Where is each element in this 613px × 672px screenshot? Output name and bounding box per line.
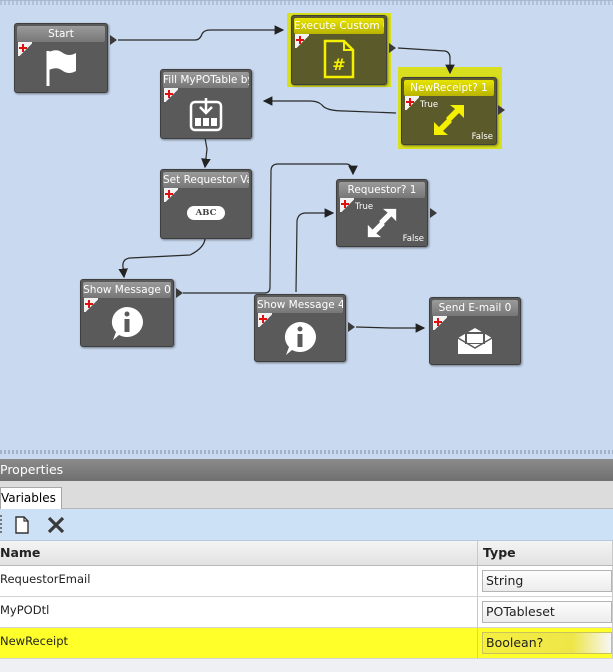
abc-icon: ABC bbox=[187, 206, 225, 220]
diagonal-arrows-icon bbox=[364, 206, 400, 243]
email-node-title: Send E-mail 0 bbox=[432, 300, 518, 316]
start-node-title: Start bbox=[17, 26, 105, 42]
execute-custom-code-node[interactable]: Execute Custom Code # bbox=[291, 15, 387, 85]
add-icon[interactable] bbox=[405, 96, 419, 110]
start-output-port[interactable] bbox=[110, 35, 117, 45]
send-email-0-node[interactable]: Send E-mail 0 bbox=[429, 297, 521, 365]
add-icon[interactable] bbox=[164, 188, 178, 202]
execute-node-title: Execute Custom Code bbox=[294, 18, 384, 34]
variable-name-cell[interactable]: MyPODtl bbox=[0, 596, 478, 628]
abc-icon-text: ABC bbox=[187, 206, 225, 220]
fill-mypotable-node[interactable]: Fill MyPOTable by Query bbox=[160, 69, 252, 139]
variable-type-combo[interactable]: String bbox=[482, 569, 612, 592]
variables-grid: Name Type RequestorEmail String MyPODtl … bbox=[0, 541, 613, 659]
add-icon[interactable] bbox=[340, 198, 354, 212]
add-icon[interactable] bbox=[295, 34, 309, 48]
newreceipt-output-port[interactable] bbox=[498, 105, 505, 115]
variable-type-combo[interactable]: Boolean? bbox=[482, 631, 612, 654]
requestor-output-port[interactable] bbox=[430, 208, 437, 218]
add-icon[interactable] bbox=[258, 313, 272, 327]
newreceipt-node-title: NewReceipt? 1 bbox=[404, 80, 494, 96]
variables-toolbar bbox=[0, 509, 613, 541]
column-header-name[interactable]: Name bbox=[0, 541, 478, 566]
tab-variables[interactable]: Variables bbox=[0, 487, 62, 509]
show4-node-title: Show Message 4 bbox=[257, 297, 343, 313]
diagonal-arrows-icon bbox=[430, 102, 468, 141]
set-requestor-variable-node[interactable]: Set Requestor Variable ABC bbox=[160, 169, 252, 239]
add-icon[interactable] bbox=[164, 88, 178, 102]
show-message-4-node[interactable]: Show Message 4 bbox=[254, 294, 346, 362]
execute-output-port[interactable] bbox=[389, 43, 396, 53]
canvas-bottom-divider bbox=[0, 450, 613, 454]
variable-type-combo[interactable]: POTableset bbox=[482, 600, 612, 623]
toolbar-grip[interactable] bbox=[0, 515, 2, 535]
table-row[interactable]: MyPODtl POTableset bbox=[0, 596, 613, 628]
properties-header: Properties bbox=[0, 459, 613, 481]
requestor-decision-node[interactable]: Requestor? 1 True False bbox=[336, 179, 428, 247]
table-row[interactable]: RequestorEmail String bbox=[0, 565, 613, 597]
false-label: False bbox=[471, 132, 493, 142]
add-icon[interactable] bbox=[84, 298, 98, 312]
setreq-node-title: Set Requestor Variable bbox=[163, 172, 249, 188]
svg-text:#: # bbox=[332, 55, 345, 74]
new-document-icon[interactable] bbox=[12, 515, 32, 535]
add-icon[interactable] bbox=[18, 42, 32, 56]
grid-header-row: Name Type bbox=[0, 541, 613, 566]
show0-output-port[interactable] bbox=[176, 288, 183, 298]
variable-type-cell: String bbox=[477, 565, 613, 597]
workflow-canvas[interactable]: Start Execute Custom Code # NewReceipt? … bbox=[0, 0, 613, 455]
table-row[interactable]: NewReceipt Boolean? bbox=[0, 627, 613, 659]
properties-panel: Properties Variables Name Type Requestor… bbox=[0, 459, 613, 672]
show4-output-port[interactable] bbox=[348, 322, 355, 332]
show0-node-title: Show Message 0 bbox=[83, 282, 171, 298]
delete-x-icon[interactable] bbox=[46, 515, 66, 535]
code-file-icon: # bbox=[322, 39, 356, 82]
flag-icon bbox=[43, 48, 79, 91]
envelope-icon bbox=[456, 326, 494, 359]
info-icon bbox=[281, 319, 319, 360]
add-icon[interactable] bbox=[433, 316, 447, 330]
properties-tab-strip: Variables bbox=[0, 481, 613, 509]
show-message-0-node[interactable]: Show Message 0 bbox=[80, 279, 174, 347]
variable-type-cell: Boolean? bbox=[477, 627, 613, 659]
variable-name-cell[interactable]: RequestorEmail bbox=[0, 565, 478, 597]
false-label: False bbox=[402, 234, 424, 244]
download-tray-icon bbox=[189, 96, 223, 135]
variable-type-cell: POTableset bbox=[477, 596, 613, 628]
info-icon bbox=[108, 304, 146, 345]
column-header-type[interactable]: Type bbox=[477, 541, 613, 566]
fill-node-title: Fill MyPOTable by Query bbox=[163, 72, 249, 88]
start-node[interactable]: Start bbox=[14, 23, 108, 93]
requestor-node-title: Requestor? 1 bbox=[339, 182, 425, 198]
newreceipt-decision-node[interactable]: NewReceipt? 1 True False bbox=[401, 77, 497, 145]
variable-name-cell[interactable]: NewReceipt bbox=[0, 627, 478, 659]
